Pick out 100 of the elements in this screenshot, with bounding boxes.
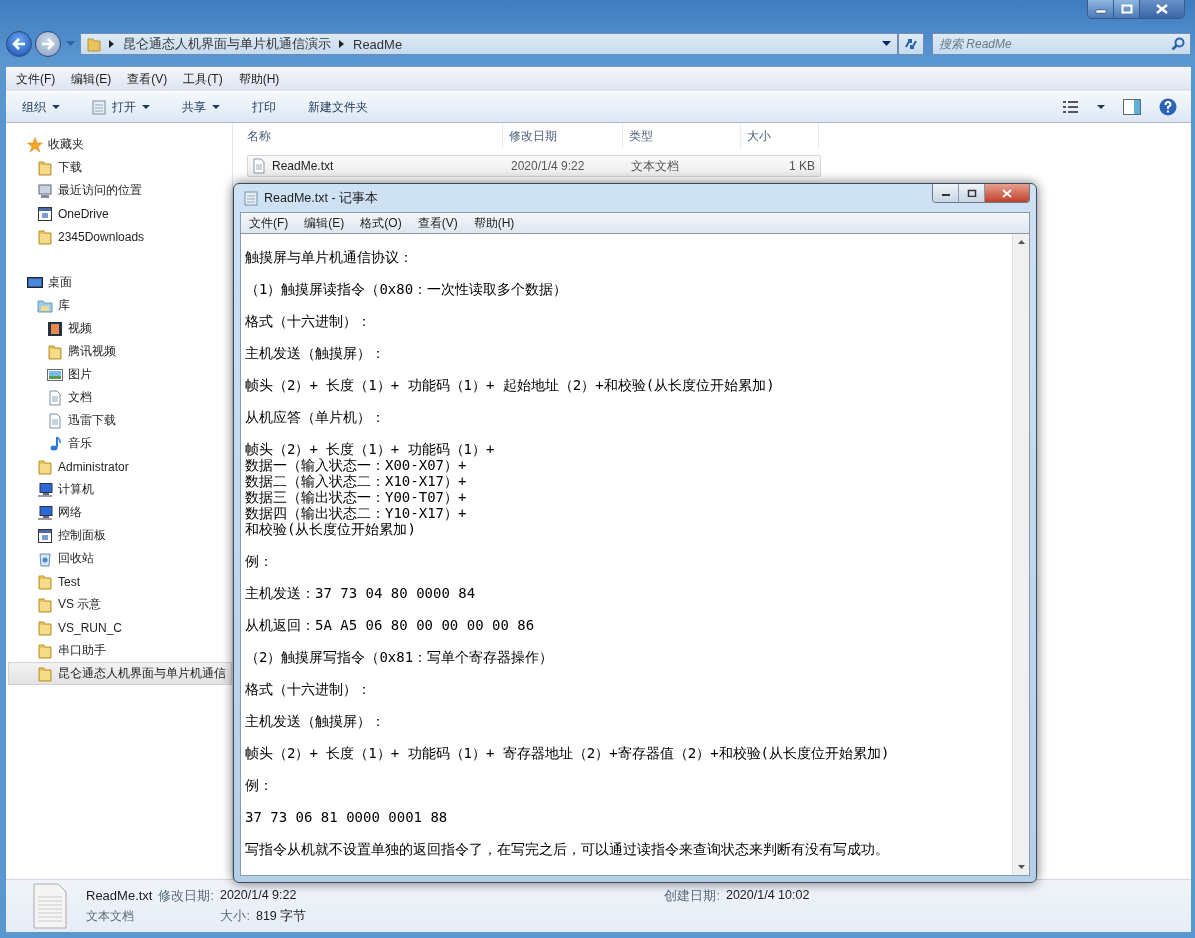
vertical-scrollbar[interactable] xyxy=(1012,234,1029,875)
folder-icon xyxy=(87,36,101,52)
folder-icon xyxy=(37,665,53,682)
menu-item[interactable]: 文件(F) xyxy=(249,214,289,232)
text-line: 数据一（输入状态一：X00-X07）+ xyxy=(245,457,468,473)
up-arrow-icon[interactable] xyxy=(1017,240,1025,244)
caret-icon xyxy=(212,104,220,110)
sidebar-item[interactable]: 桌面 xyxy=(8,271,232,294)
sidebar-item[interactable]: 文档 xyxy=(8,386,232,409)
text-line: 格式（十六进制）： xyxy=(245,681,372,697)
text-line: 主机发送（触摸屏）： xyxy=(245,345,386,361)
text-line: 从机应答（单片机）： xyxy=(245,409,386,425)
window-icon xyxy=(37,205,53,222)
field-value: 819 字节 xyxy=(255,907,307,925)
maximize-icon xyxy=(1120,4,1133,14)
file-date: 2020/1/4 9:22 xyxy=(510,159,586,173)
menu-item[interactable]: 文件(F) xyxy=(16,70,56,88)
computer-icon xyxy=(37,481,53,498)
caret-icon[interactable] xyxy=(882,41,891,47)
sidebar-item[interactable]: Administrator xyxy=(8,455,232,478)
field-value: 2020/1/4 9:22 xyxy=(219,887,297,904)
breadcrumb-item[interactable]: 昆仑通态人机界面与单片机通信演示 xyxy=(123,35,331,53)
sidebar-item[interactable]: 网络 xyxy=(8,501,232,524)
sidebar-item[interactable]: 最近访问的位置 xyxy=(8,179,232,202)
column-header[interactable]: 大小 xyxy=(741,123,819,149)
menu-item[interactable]: 工具(T) xyxy=(183,70,223,88)
folder-icon xyxy=(37,573,53,590)
text-line: 数据二（输入状态二：X10-X17）+ xyxy=(245,473,468,489)
menu-item[interactable]: 格式(O) xyxy=(360,214,402,232)
sidebar-item[interactable]: 下载 xyxy=(8,156,232,179)
sidebar-item[interactable]: 迅雷下载 xyxy=(8,409,232,432)
maximize-button[interactable] xyxy=(959,184,985,202)
sidebar-item[interactable]: 收藏夹 xyxy=(8,133,232,156)
window-icon xyxy=(37,527,53,544)
text-line: 主机发送（触摸屏）： xyxy=(245,713,386,729)
maximize-button[interactable] xyxy=(1114,0,1140,18)
sidebar-item[interactable]: 音乐 xyxy=(8,432,232,455)
caret-icon[interactable] xyxy=(1097,104,1105,110)
sidebar-item[interactable]: VS 示意 xyxy=(8,593,232,616)
menu-item[interactable]: 查看(V) xyxy=(417,214,458,232)
sidebar-item[interactable]: 计算机 xyxy=(8,478,232,501)
toolbar-button[interactable]: 共享 xyxy=(178,95,224,119)
sidebar-item[interactable]: 串口助手 xyxy=(8,639,232,662)
help-icon[interactable] xyxy=(1159,98,1177,116)
sidebar-item[interactable]: Test xyxy=(8,570,232,593)
toolbar-button[interactable]: 打开 xyxy=(88,95,154,119)
address-bar[interactable]: 昆仑通态人机界面与单片机通信演示 ReadMe xyxy=(80,33,898,55)
field-label: 修改日期: xyxy=(158,887,214,905)
refresh-button[interactable] xyxy=(898,33,924,55)
preview-pane-icon[interactable] xyxy=(1123,99,1141,115)
sidebar-item[interactable]: 2345Downloads xyxy=(8,225,232,248)
sidebar-item[interactable]: OneDrive xyxy=(8,202,232,225)
sidebar-item[interactable]: 控制面板 xyxy=(8,524,232,547)
sidebar-item[interactable]: 图片 xyxy=(8,363,232,386)
toolbar-button[interactable]: 组织 xyxy=(18,95,64,119)
library-folder-icon xyxy=(37,297,53,314)
text-line: （2）触摸屏写指令（0x81：写单个寄存器操作） xyxy=(245,649,555,665)
sidebar-item[interactable]: VS_RUN_C xyxy=(8,616,232,639)
menu-item[interactable]: 编辑(E) xyxy=(304,214,345,232)
folder-icon xyxy=(37,619,53,636)
picture-icon xyxy=(47,366,63,383)
file-name: ReadMe.txt xyxy=(272,159,334,173)
text-line: 例： xyxy=(245,777,274,793)
toolbar-button[interactable]: 打印 xyxy=(248,95,280,119)
monitor-icon xyxy=(27,274,43,291)
menu-item[interactable]: 帮助(H) xyxy=(238,70,280,88)
forward-button[interactable] xyxy=(35,31,61,57)
breadcrumb-item[interactable]: ReadMe xyxy=(353,36,403,52)
sidebar-item[interactable]: 昆仑通态人机界面与单片机通信 xyxy=(8,662,232,685)
chevron-icon xyxy=(339,40,345,48)
minimize-button[interactable] xyxy=(933,184,959,202)
field-label: 创建日期: xyxy=(664,887,720,905)
sidebar-item[interactable]: 腾讯视频 xyxy=(8,340,232,363)
menu-item[interactable]: 帮助(H) xyxy=(473,214,515,232)
column-header[interactable]: 名称 xyxy=(241,123,503,149)
column-header[interactable]: 修改日期 xyxy=(503,123,623,149)
computer-icon xyxy=(37,504,53,521)
menu-item[interactable]: 编辑(E) xyxy=(71,70,112,88)
sidebar-item[interactable]: 视频 xyxy=(8,317,232,340)
column-header[interactable]: 类型 xyxy=(623,123,741,149)
star-icon xyxy=(27,136,43,153)
down-arrow-icon[interactable] xyxy=(1017,865,1025,869)
close-icon xyxy=(1001,188,1013,198)
close-button[interactable] xyxy=(985,184,1029,202)
document-icon xyxy=(47,412,63,429)
back-button[interactable] xyxy=(6,31,32,57)
menu-item[interactable]: 查看(V) xyxy=(127,70,168,88)
field-value: 2020/1/4 10:02 xyxy=(725,887,810,904)
toolbar-button[interactable]: 新建文件夹 xyxy=(304,95,372,119)
search-field[interactable]: 搜索 ReadMe xyxy=(932,33,1191,55)
text-line: 格式（十六进制）： xyxy=(245,313,372,329)
file-row[interactable]: ReadMe.txt 2020/1/4 9:22 文本文档 1 KB xyxy=(247,155,821,177)
sidebar-item[interactable]: 库 xyxy=(8,294,232,317)
folder-icon xyxy=(37,642,53,659)
close-button[interactable] xyxy=(1140,0,1184,18)
text-line: 写指令从机就不设置单独的返回指令了，在写完之后，可以通过读指令来查询状态来判断有没有写成功。 xyxy=(245,841,890,857)
recent-places-icon xyxy=(37,182,53,199)
film-icon xyxy=(47,320,63,337)
sidebar-item[interactable]: 回收站 xyxy=(8,547,232,570)
view-list-icon[interactable] xyxy=(1063,100,1079,114)
